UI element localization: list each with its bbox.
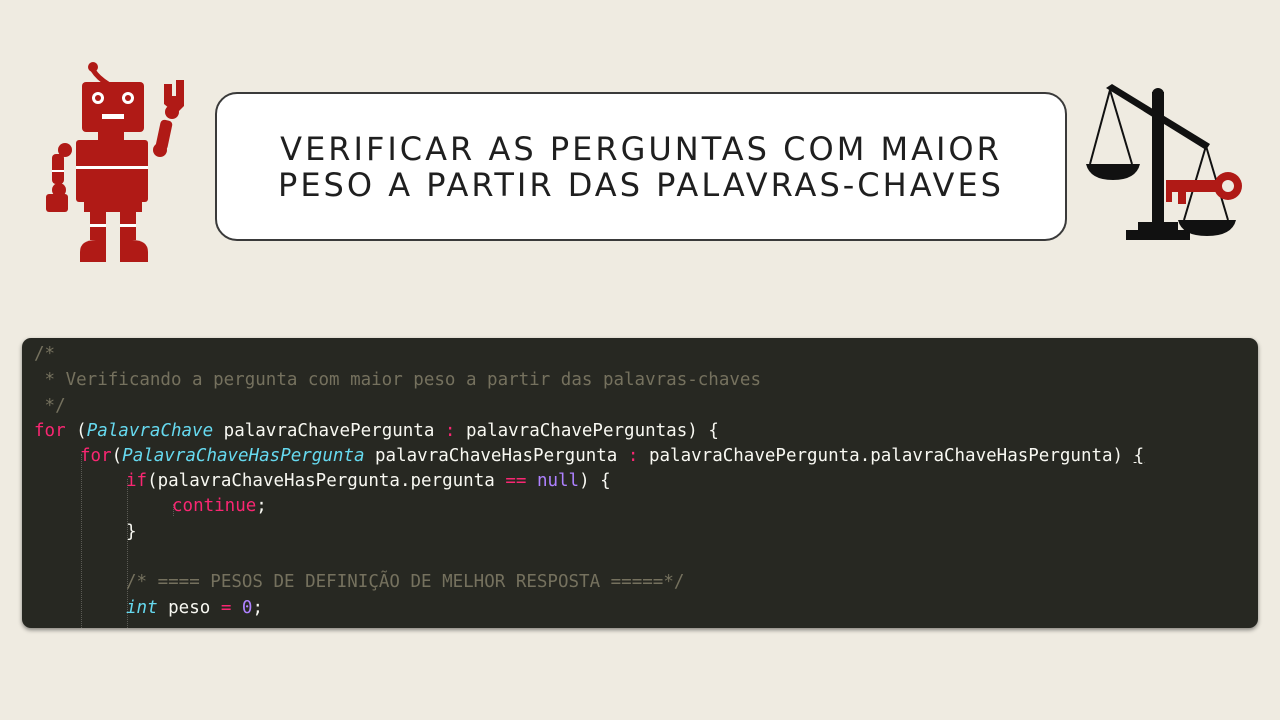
code-line-for-outer: for (PalavraChave palavraChavePergunta :… [34,419,719,444]
null-token: null [536,471,580,491]
code-token: palavraChavePerguntas) { [455,421,719,441]
code-token: ; [256,496,267,516]
type-token: int [126,598,158,618]
code-token: palavraChaveHasPergunta [364,446,628,466]
code-panel: /* * Verificando a pergunta com maior pe… [22,338,1258,628]
number-token: 0 [241,598,253,618]
code-line-close-brace: } [126,522,137,542]
code-line-for-inner: for(PalavraChaveHasPergunta palavraChave… [80,444,1144,469]
operator-token: : [444,421,456,441]
title-line-1: VERIFICAR AS PERGUNTAS COM MAIOR [280,129,1002,168]
type-token: PalavraChave [86,421,214,441]
slide-title: VERIFICAR AS PERGUNTAS COM MAIOR PESO A … [278,131,1004,203]
code-token: peso [157,598,221,618]
title-line-2: PESO A PARTIR DAS PALAVRAS-CHAVES [278,165,1004,204]
code-comment-line: /* ==== PESOS DE DEFINIÇÃO DE MELHOR RES… [126,572,685,592]
code-token: ( [65,421,87,441]
code-comment-line: /* [34,344,56,364]
indent-guide [81,454,82,628]
code-token: ( [111,446,123,466]
code-line-int-peso: int peso = 0; [126,596,263,621]
code-comment-line: */ [34,396,66,416]
code-comment-line: * Verificando a pergunta com maior peso … [34,370,761,390]
code-token: ) { [579,471,611,491]
keyword-token: if [126,471,148,491]
brace-token: { [1133,446,1145,466]
code-token: palavraChavePergunta.palavraChaveHasPerg… [638,446,1134,466]
type-token: PalavraChaveHasPergunta [122,446,365,466]
code-line-continue: continue; [172,494,267,519]
title-box: VERIFICAR AS PERGUNTAS COM MAIOR PESO A … [215,92,1067,241]
operator-token: == [505,471,527,491]
keyword-token: for [80,446,112,466]
operator-token: : [627,446,639,466]
scale-with-key-icon [1086,84,1242,240]
code-token: palavraChavePergunta [213,421,445,441]
operator-token: = [220,598,232,618]
robot-icon [46,62,184,262]
keyword-token: continue [172,496,257,516]
keyword-token: for [34,421,66,441]
code-token: ; [252,598,264,618]
code-line-if: if(palavraChaveHasPergunta.pergunta == n… [126,469,611,494]
code-token: (palavraChaveHasPergunta.pergunta [147,471,506,491]
